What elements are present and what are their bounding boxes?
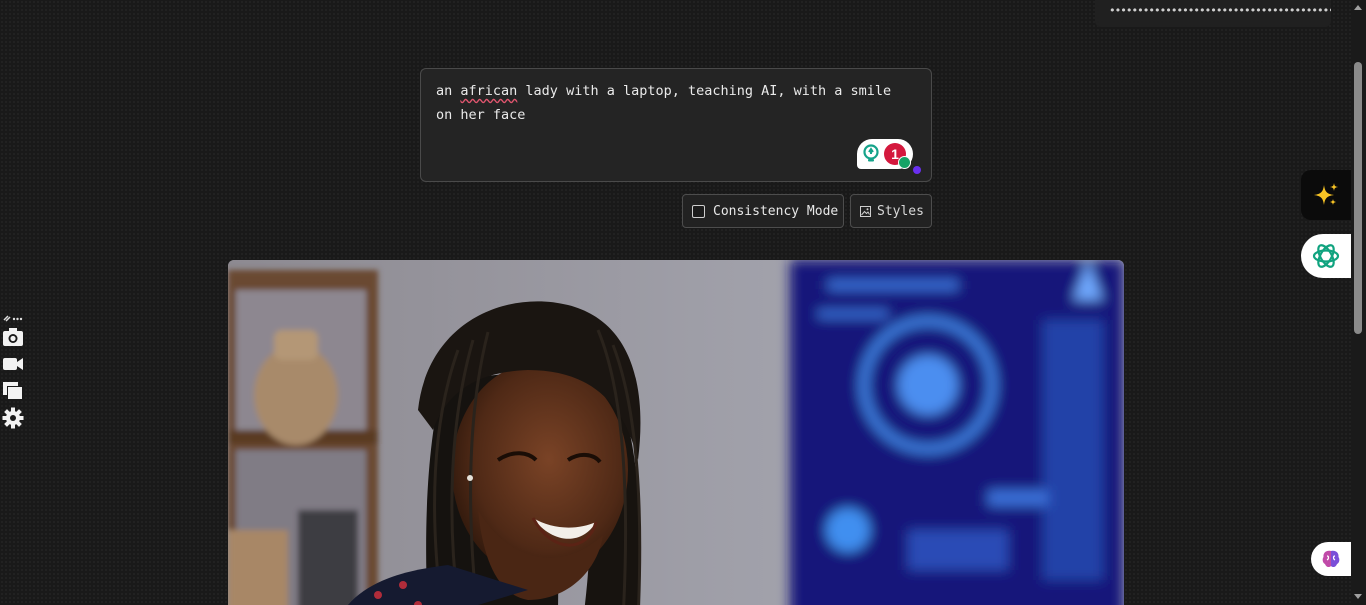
prompt-text[interactable]: an african lady with a laptop, teaching …: [436, 79, 915, 127]
prompt-input[interactable]: an african lady with a laptop, teaching …: [420, 68, 932, 182]
masked-api-key-field[interactable]: ••••••••••••••••••••••••••••••••••••••••: [1095, 0, 1331, 27]
consistency-mode-label: Consistency Mode: [713, 203, 839, 219]
extension-dot: [913, 166, 921, 174]
lightbulb-icon: [863, 144, 879, 162]
brain-assistant-button[interactable]: [1311, 542, 1351, 576]
app-page: ••••••••••••••••••••••••••••••••••••••••…: [0, 0, 1366, 605]
styles-label: Styles: [877, 203, 924, 219]
consistency-checkbox[interactable]: [692, 204, 705, 218]
prompt-text-start: an: [436, 83, 461, 99]
generated-image-illustration: [228, 260, 1124, 605]
styles-button[interactable]: Styles: [850, 194, 932, 228]
scroll-down-arrow[interactable]: [1354, 594, 1362, 599]
generated-image[interactable]: [228, 260, 1124, 605]
issue-count-badge[interactable]: 1: [884, 143, 911, 169]
chatgpt-button[interactable]: [1301, 234, 1351, 278]
misspelled-word[interactable]: african: [460, 83, 517, 99]
image-style-icon: [860, 205, 871, 217]
left-toolbar: [2, 312, 24, 434]
ai-sparkle-button[interactable]: [1301, 170, 1351, 220]
brain-icon: [1322, 550, 1340, 568]
chatgpt-icon: [1312, 244, 1340, 268]
gallery-icon[interactable]: [2, 380, 24, 402]
camera-icon[interactable]: [2, 326, 24, 348]
scroll-thumb[interactable]: [1354, 62, 1362, 334]
video-icon[interactable]: [2, 353, 24, 375]
settings-icon[interactable]: [2, 407, 24, 429]
scroll-up-arrow[interactable]: [1354, 5, 1362, 10]
page-scrollbar[interactable]: [1351, 0, 1366, 605]
consistency-mode-toggle[interactable]: Consistency Mode: [682, 194, 844, 228]
grammar-checker-widget[interactable]: 1: [857, 139, 913, 169]
sparkle-icon: [1314, 183, 1338, 205]
link-more-icon[interactable]: [2, 312, 24, 324]
status-dot: [898, 156, 911, 169]
